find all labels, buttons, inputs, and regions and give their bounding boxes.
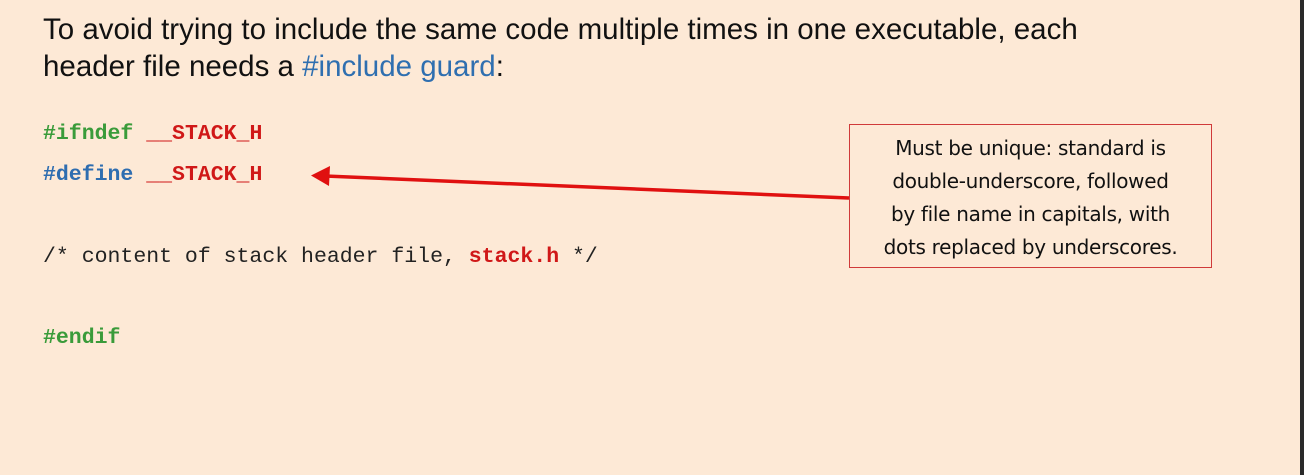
endif-directive: #endif xyxy=(43,326,121,350)
callout-line-3: by file name in capitals, with xyxy=(890,202,1171,226)
code-line-endif: #endif xyxy=(43,324,120,352)
heading-line-2-suffix: : xyxy=(495,50,504,83)
heading-line-2-prefix: header file needs a xyxy=(43,50,303,83)
callout-line-2: double-underscore, followed xyxy=(892,169,1169,193)
include-guard-term: #include guard xyxy=(302,50,496,83)
callout-line-1: Must be unique: standard is xyxy=(895,136,1166,160)
callout-box: Must be unique: standard is double-under… xyxy=(849,124,1212,268)
arrow-head xyxy=(311,166,330,186)
stack-h-filename: stack.h xyxy=(468,245,560,269)
code-line-define: #define __STACK_H xyxy=(43,161,262,189)
code-line-ifndef: #ifndef __STACK_H xyxy=(43,120,262,148)
slide-heading: To avoid trying to include the same code… xyxy=(43,11,1263,85)
comment-open: /* content of stack header file, xyxy=(43,245,469,269)
window-edge xyxy=(1300,0,1304,475)
code-line-comment: /* content of stack header file, stack.h… xyxy=(43,243,598,271)
ifndef-macro: __STACK_H xyxy=(146,122,263,146)
heading-line-2: header file needs a #include guard: xyxy=(43,48,1263,85)
ifndef-directive: #ifndef xyxy=(43,122,134,146)
comment-close: */ xyxy=(559,245,598,269)
slide: To avoid trying to include the same code… xyxy=(0,0,1304,475)
define-directive: #define xyxy=(43,163,134,187)
arrow-shaft xyxy=(324,174,850,200)
heading-line-1: To avoid trying to include the same code… xyxy=(43,13,1078,46)
define-macro: __STACK_H xyxy=(146,163,263,187)
callout-line-4: dots replaced by underscores. xyxy=(883,235,1178,259)
